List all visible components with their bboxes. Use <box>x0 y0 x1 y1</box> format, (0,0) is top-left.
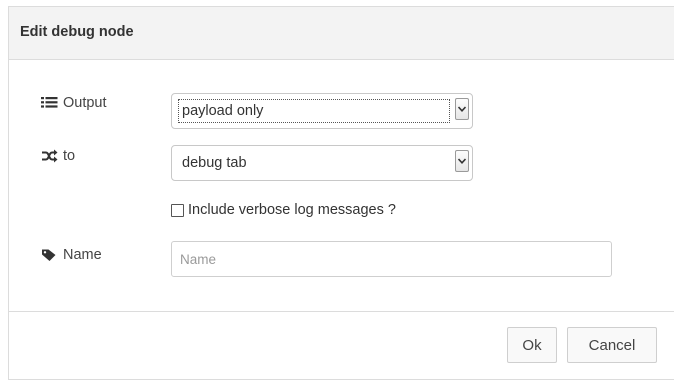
edit-debug-node-dialog: Edit debug node Output payload only to d <box>8 6 674 380</box>
dialog-title: Edit debug node <box>20 24 134 40</box>
output-select-value: payload only <box>182 103 264 119</box>
chevron-down-icon[interactable] <box>455 98 469 120</box>
list-icon <box>41 97 58 108</box>
name-input[interactable] <box>171 241 612 277</box>
verbose-checkbox-label: Include verbose log messages ? <box>188 202 396 218</box>
ok-button[interactable]: Ok <box>507 327 557 363</box>
to-select-value: debug tab <box>182 155 247 171</box>
output-select[interactable]: payload only <box>171 93 473 129</box>
output-label: Output <box>63 95 107 111</box>
name-label-row: Name <box>41 247 102 263</box>
dialog-titlebar: Edit debug node <box>9 7 674 60</box>
verbose-checkbox[interactable] <box>171 204 184 217</box>
name-label: Name <box>63 247 102 263</box>
cancel-button[interactable]: Cancel <box>567 327 657 363</box>
to-select[interactable]: debug tab <box>171 145 473 181</box>
to-label-row: to <box>41 148 75 164</box>
footer-divider <box>9 311 674 312</box>
chevron-down-icon[interactable] <box>455 150 469 172</box>
output-label-row: Output <box>41 95 107 111</box>
tag-icon <box>42 249 56 261</box>
to-label: to <box>63 148 76 164</box>
shuffle-icon <box>42 149 58 163</box>
